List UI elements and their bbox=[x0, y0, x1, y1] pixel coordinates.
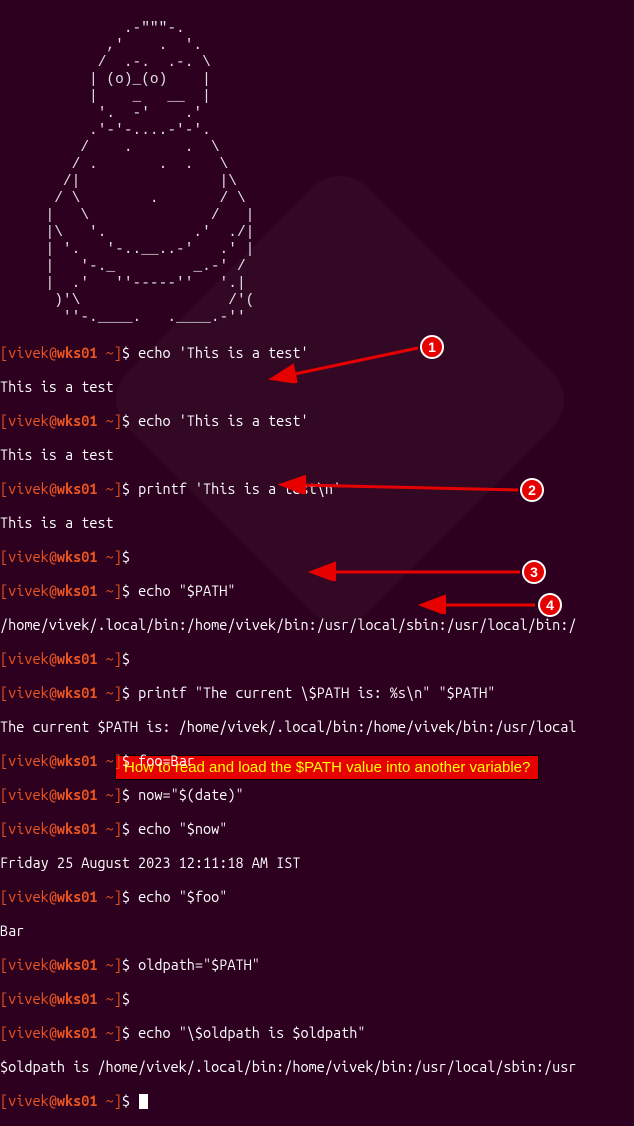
prompt-path: ~ bbox=[97, 344, 113, 361]
ascii-art-penguin: .-"""-. ,' . '. / .-. .-. \ | (o)_(o) | … bbox=[0, 21, 634, 327]
prompt-line-15[interactable]: [vivek@wks01 ~]$ bbox=[0, 1092, 634, 1109]
prompt-line-9: [vivek@wks01 ~]$ now="$(date)" bbox=[0, 786, 634, 803]
command-text: printf "The current \$PATH is: %s\n" "$P… bbox=[130, 684, 495, 701]
command-text: echo "$PATH" bbox=[130, 582, 236, 599]
command-text: echo 'This is a test' bbox=[130, 412, 309, 429]
prompt-at: @ bbox=[49, 344, 57, 361]
output-line: Bar bbox=[0, 922, 634, 939]
prompt-line-10: [vivek@wks01 ~]$ echo "$now" bbox=[0, 820, 634, 837]
prompt-line-14: [vivek@wks01 ~]$ echo "\$oldpath is $old… bbox=[0, 1024, 634, 1041]
output-line: This is a test bbox=[0, 378, 634, 395]
prompt-line-13: [vivek@wks01 ~]$ bbox=[0, 990, 634, 1007]
prompt-line-12: [vivek@wks01 ~]$ oldpath="$PATH" bbox=[0, 956, 634, 973]
output-line: This is a test bbox=[0, 446, 634, 463]
command-text: echo "$now" bbox=[130, 820, 227, 837]
prompt-line-5: [vivek@wks01 ~]$ echo "$PATH" bbox=[0, 582, 634, 599]
command-input[interactable] bbox=[130, 1092, 138, 1109]
prompt-line-8: [vivek@wks01 ~]$ foo=Bar bbox=[0, 752, 634, 769]
command-text: printf 'This is a test\n' bbox=[130, 480, 341, 497]
command-text: foo=Bar bbox=[130, 752, 195, 769]
prompt-symbol: $ bbox=[122, 344, 130, 361]
output-line: Friday 25 August 2023 12:11:18 AM IST bbox=[0, 854, 634, 871]
prompt-line-6: [vivek@wks01 ~]$ bbox=[0, 650, 634, 667]
output-line: This is a test bbox=[0, 514, 634, 531]
bracket-open: [ bbox=[0, 344, 8, 361]
prompt-user: vivek bbox=[8, 344, 49, 361]
output-line: The current $PATH is: /home/vivek/.local… bbox=[0, 718, 634, 735]
output-line: /home/vivek/.local/bin:/home/vivek/bin:/… bbox=[0, 616, 634, 633]
command-text: echo 'This is a test' bbox=[130, 344, 309, 361]
prompt-line-7: [vivek@wks01 ~]$ printf "The current \$P… bbox=[0, 684, 634, 701]
command-text: oldpath="$PATH" bbox=[130, 956, 260, 973]
command-text: now="$(date)" bbox=[130, 786, 244, 803]
output-line: $oldpath is /home/vivek/.local/bin:/home… bbox=[0, 1058, 634, 1075]
command-text: echo "\$oldpath is $oldpath" bbox=[130, 1024, 365, 1041]
bracket-close: ] bbox=[114, 344, 122, 361]
cursor-icon bbox=[139, 1094, 148, 1109]
prompt-line-3: [vivek@wks01 ~]$ printf 'This is a test\… bbox=[0, 480, 634, 497]
terminal-output: .-"""-. ,' . '. / .-. .-. \ | (o)_(o) | … bbox=[0, 0, 634, 1126]
command-text: echo "$foo" bbox=[130, 888, 227, 905]
prompt-line-4: [vivek@wks01 ~]$ bbox=[0, 548, 634, 565]
prompt-line-2: [vivek@wks01 ~]$ echo 'This is a test' bbox=[0, 412, 634, 429]
prompt-host: wks01 bbox=[57, 344, 98, 361]
prompt-line-11: [vivek@wks01 ~]$ echo "$foo" bbox=[0, 888, 634, 905]
prompt-line-1: [vivek@wks01 ~]$ echo 'This is a test' bbox=[0, 344, 634, 361]
